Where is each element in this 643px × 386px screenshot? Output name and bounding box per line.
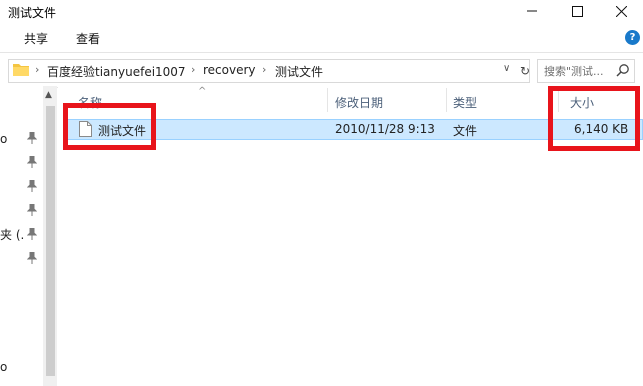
search-icon [616,64,629,77]
nav-item-label[interactable]: o [0,132,7,146]
folder-icon [13,64,29,76]
chevron-down-icon[interactable]: ∨ [503,63,510,74]
highlight-box-size [548,86,640,151]
refresh-icon[interactable]: ↻ [520,64,530,78]
search-input[interactable]: 搜索"测试... [537,59,635,83]
maximize-icon [571,5,583,17]
navigation-pane: o 夹 (. o [0,86,43,386]
file-modified: 2010/11/28 9:13 [335,122,435,136]
column-divider[interactable] [327,88,328,112]
nav-item-label[interactable]: 夹 (. [0,226,24,243]
pin-icon[interactable] [27,204,37,216]
scroll-up-arrow-icon[interactable]: ▲ [45,90,52,100]
breadcrumb-item[interactable]: 百度经验tianyuefei1007 [47,63,186,80]
search-placeholder: 搜索"测试... [544,65,604,78]
help-icon[interactable]: ? [625,30,640,45]
tab-share[interactable]: 共享 [24,30,48,47]
scrollbar-thumb[interactable] [46,106,55,376]
pin-icon[interactable] [27,252,37,264]
sort-up-icon: ^ [198,86,207,97]
pin-icon[interactable] [27,228,37,240]
column-header-modified[interactable]: 修改日期 [335,94,383,111]
minimize-icon [527,10,537,12]
breadcrumb-item[interactable]: 测试文件 [275,63,323,80]
minimize-button[interactable] [510,0,554,22]
tab-view[interactable]: 查看 [76,30,100,47]
file-type: 文件 [453,124,478,138]
address-row: › 百度经验tianyuefei1007 › recovery › 测试文件 ∨… [0,52,643,88]
column-divider[interactable] [446,88,447,112]
pin-icon[interactable] [27,180,37,192]
column-header-type[interactable]: 类型 [453,94,477,111]
nav-item-label[interactable]: o [0,360,7,374]
maximize-button[interactable] [555,0,599,22]
highlight-box-name [63,103,156,150]
pin-icon[interactable] [27,156,37,168]
breadcrumb-chevron-icon: › [262,63,267,76]
window-title: 测试文件 [8,6,57,20]
breadcrumb-chevron-icon: › [191,63,196,76]
close-button[interactable] [599,0,643,22]
breadcrumb-chevron-icon: › [35,63,40,76]
ribbon-tabs: 共享 查看 ? [0,24,643,50]
pin-icon[interactable] [27,132,37,144]
breadcrumb-item[interactable]: recovery [203,63,256,77]
address-bar[interactable]: › 百度经验tianyuefei1007 › recovery › 测试文件 ∨… [8,59,530,83]
title-bar: 测试文件 [0,0,643,24]
close-icon [615,5,627,17]
